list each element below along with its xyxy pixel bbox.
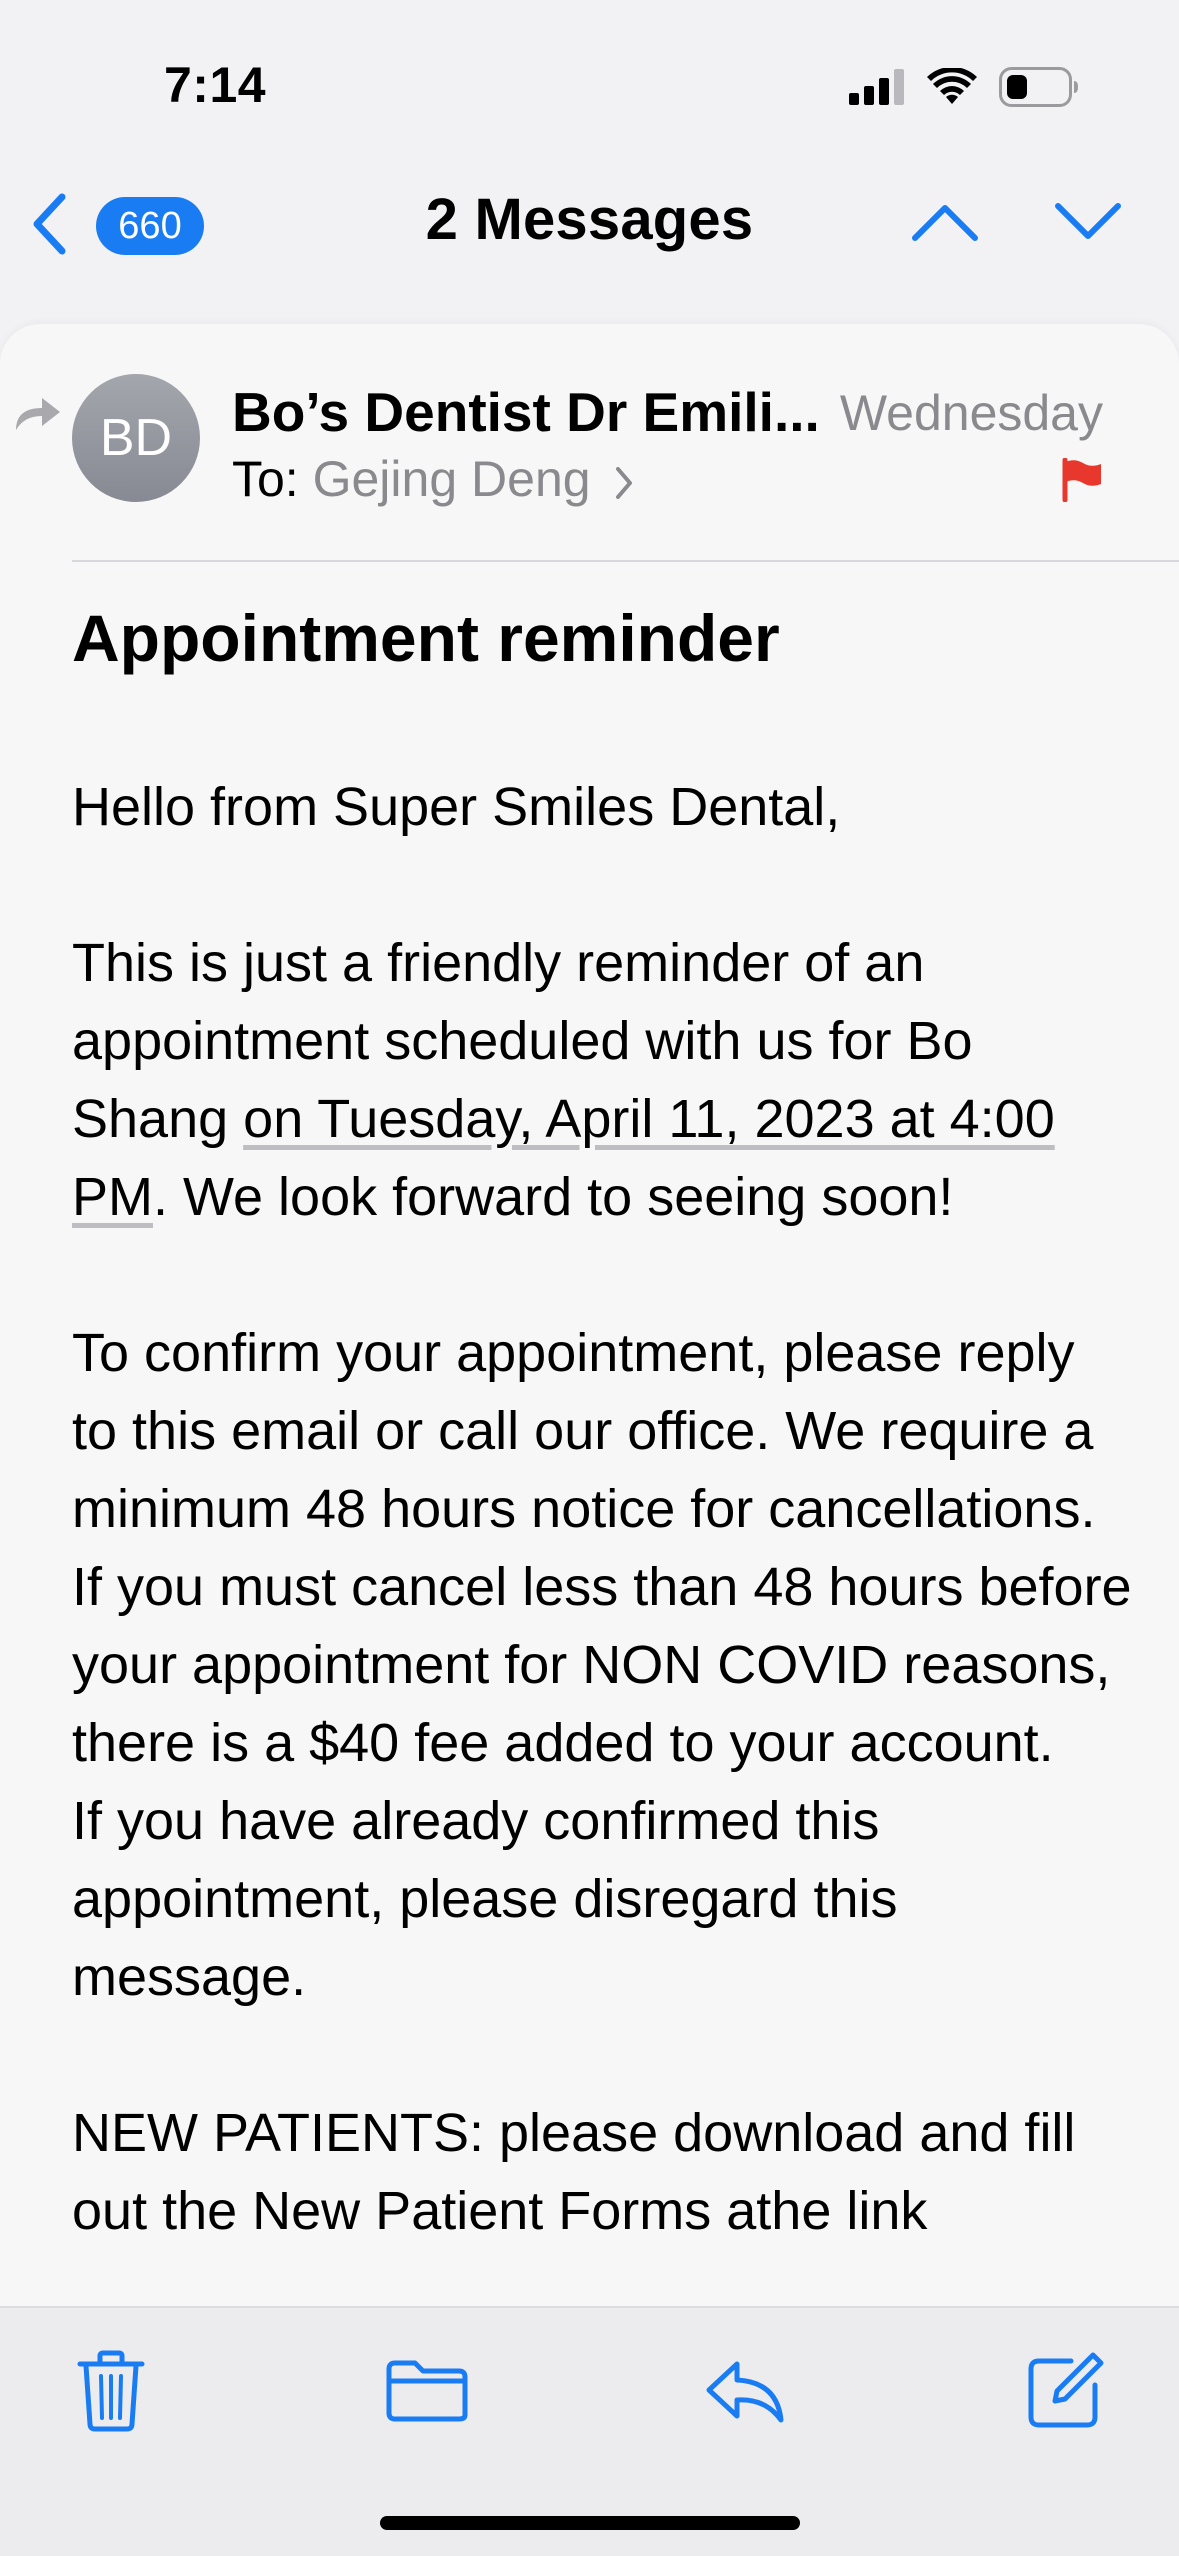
recipient-name[interactable]: Gejing Deng: [313, 451, 591, 507]
message-body: Hello from Super Smiles Dental, This is …: [72, 768, 1132, 2250]
to-label: To:: [232, 451, 299, 507]
flag-icon[interactable]: [1059, 458, 1103, 502]
mail-screen: 7:14 660 2 Messages BD Bo’s Dentist Dr E…: [0, 0, 1179, 2556]
body-paragraph-2: To confirm your appointment, please repl…: [72, 1323, 1132, 1773]
body-p1-end: . We look forward to seeing soon!: [153, 1167, 954, 1227]
chevron-right-icon: [616, 466, 633, 499]
cellular-signal-icon: [849, 69, 904, 105]
chevron-up-icon: [912, 205, 978, 241]
reply-button[interactable]: [700, 2346, 790, 2436]
trash-button[interactable]: [66, 2346, 156, 2436]
message-date: Wednesday: [839, 385, 1103, 441]
page-title: 2 Messages: [425, 187, 754, 252]
body-paragraph-4: NEW PATIENTS: please download and fill o…: [72, 2103, 1076, 2241]
reply-icon: [706, 2361, 784, 2423]
body-paragraph-1: This is just a friendly reminder of an a…: [72, 924, 1132, 1236]
avatar[interactable]: BD: [72, 374, 200, 502]
compose-button[interactable]: [1020, 2346, 1110, 2436]
body-paragraph-3: If you have already confirmed this appoi…: [72, 1791, 898, 2007]
wifi-icon: [927, 68, 977, 104]
sender-name[interactable]: Bo’s Dentist Dr Emili...: [232, 380, 820, 444]
recipient-line[interactable]: To: Gejing Deng: [232, 450, 634, 508]
message-subject: Appointment reminder: [72, 601, 780, 675]
home-indicator[interactable]: [380, 2516, 800, 2530]
forwarded-icon: [16, 398, 60, 430]
header-divider: [72, 560, 1179, 562]
compose-icon: [1028, 2352, 1104, 2428]
body-greeting: Hello from Super Smiles Dental,: [72, 777, 841, 837]
battery-icon: [999, 67, 1078, 107]
trash-icon: [77, 2350, 145, 2432]
status-icons: [849, 62, 1079, 112]
next-message-button[interactable]: [1048, 192, 1128, 252]
previous-message-button[interactable]: [905, 192, 985, 252]
move-to-folder-button[interactable]: [382, 2346, 472, 2436]
chevron-down-icon: [1055, 203, 1121, 239]
folder-icon: [386, 2360, 468, 2422]
status-time: 7:14: [164, 57, 267, 113]
